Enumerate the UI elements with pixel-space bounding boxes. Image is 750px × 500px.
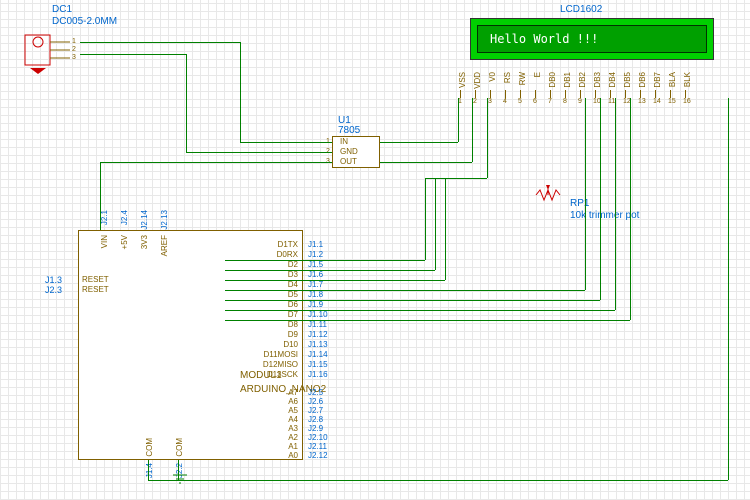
reg-in: IN [340, 137, 348, 146]
lcd-pin-label-DB5: DB5 [623, 72, 632, 88]
wcom3 [148, 480, 728, 481]
wire-g3 [186, 152, 332, 153]
wire-v5 [585, 98, 586, 290]
lcd-pin-num-7: 8 [563, 98, 567, 105]
lcd-pin-label-DB6: DB6 [638, 72, 647, 88]
lcd-pin-label-DB0: DB0 [548, 72, 557, 88]
lcd-pin-label-DB1: DB1 [563, 72, 572, 88]
reg-out: OUT [340, 157, 357, 166]
wire-v8 [630, 98, 631, 320]
wire-d8 [225, 320, 630, 321]
wire-d4 [225, 280, 445, 281]
reg-value: 7805 [338, 125, 360, 136]
lcd-pin-label-RS: RS [503, 72, 512, 83]
wire-v3 [445, 178, 446, 280]
dc-pin2: 2 [72, 46, 76, 53]
dc-jack [20, 30, 90, 80]
wire-g1 [80, 54, 186, 55]
lcd-pin-label-DB2: DB2 [578, 72, 587, 88]
lcd-pin-num-1: 2 [473, 98, 477, 105]
wire-5v1 [100, 162, 332, 163]
lcd-pin-label-DB4: DB4 [608, 72, 617, 88]
lcd-pin-num-12: 13 [638, 98, 646, 105]
reg-gnd: GND [340, 147, 358, 156]
wbv1 [487, 98, 488, 178]
lcd-pin-label-VDD: VDD [473, 72, 482, 89]
lcd-pin-num-15: 16 [683, 98, 691, 105]
lcd-pin-label-V0: V0 [488, 72, 497, 82]
lcd-pin-num-3: 4 [503, 98, 507, 105]
wire-d3 [225, 270, 435, 271]
wcom4 [728, 98, 729, 480]
wire-v7 [615, 98, 616, 310]
dc-pin1: 1 [72, 38, 76, 45]
wire-v6 [600, 98, 601, 300]
wire-5v2 [100, 162, 101, 230]
wire-d5 [225, 290, 585, 291]
lcd-pin-num-14: 15 [668, 98, 676, 105]
pot-ref: RP1 [570, 198, 589, 209]
ard-top-3V3: 3V3 [140, 235, 149, 249]
lcd-pin-label-DB3: DB3 [593, 72, 602, 88]
lcd-pin-label-E: E [533, 72, 542, 77]
ard-top-AREF: AREF [160, 235, 169, 256]
wire-d2 [225, 260, 425, 261]
wvdd [472, 98, 473, 162]
lcd-module: Hello World !!! [470, 18, 714, 60]
wcom1 [148, 460, 149, 480]
wire-v1 [425, 178, 426, 260]
lcd-pin-num-5: 6 [533, 98, 537, 105]
ard-top-VIN: VIN [100, 235, 109, 248]
trimmer [534, 180, 564, 213]
dc-jack-ref: DC1 [52, 4, 72, 15]
wire-dcv3 [240, 142, 332, 143]
dc-jack-value: DC005-2.0MM [52, 16, 117, 27]
wbh2 [380, 142, 458, 143]
lcd-pin-num-8: 9 [578, 98, 582, 105]
lcd-pin-num-13: 14 [653, 98, 661, 105]
lcd-screen: Hello World !!! [477, 25, 707, 53]
lcd-pin-num-4: 5 [518, 98, 522, 105]
wire-g2 [186, 54, 187, 152]
lcd-pin-label-DB7: DB7 [653, 72, 662, 88]
lcd-pin-num-2: 3 [488, 98, 492, 105]
wvdd2 [380, 162, 472, 163]
wire-dcv2 [240, 42, 241, 142]
lcd-pin-label-VSS: VSS [458, 72, 467, 88]
wbv2 [458, 98, 459, 142]
wbh1 [425, 178, 487, 179]
lcd-pin-label-BLK: BLK [683, 72, 692, 87]
dc-pin3: 3 [72, 54, 76, 61]
arduino-nano [78, 230, 303, 460]
lcd-pin-label-RW: RW [518, 72, 527, 85]
wire-v2 [435, 178, 436, 270]
wire-dcv [80, 42, 240, 43]
ard-top-+5V: +5V [120, 235, 129, 249]
wire-d7 [225, 310, 615, 311]
lcd-pin-num-6: 7 [548, 98, 552, 105]
wire-d6 [225, 300, 600, 301]
lcd-ref: LCD1602 [560, 4, 602, 15]
lcd-pin-label-BLA: BLA [668, 72, 677, 87]
gnd-symbol [170, 470, 190, 490]
